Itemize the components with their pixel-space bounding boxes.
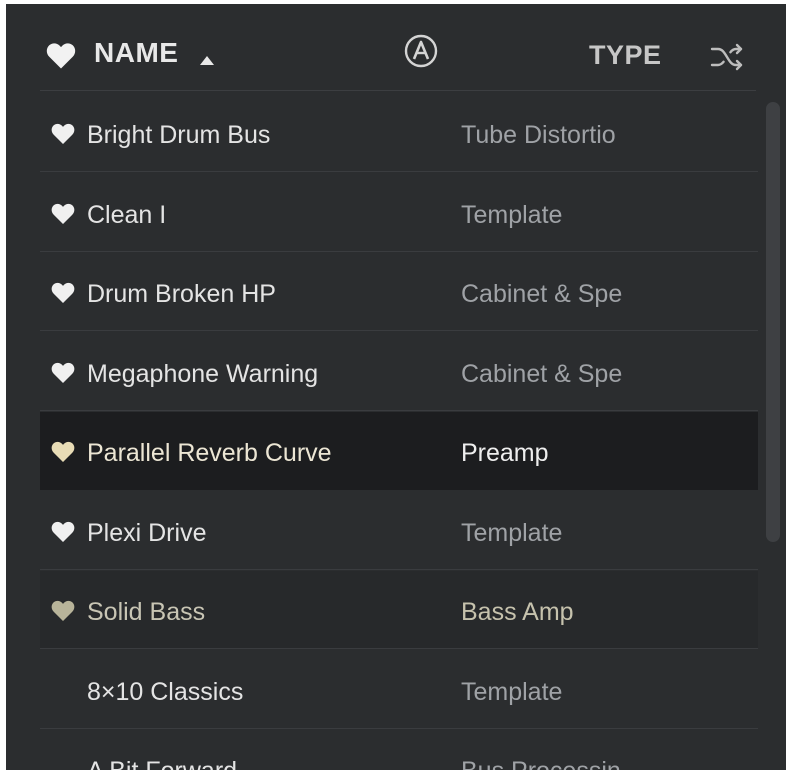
preset-name: Plexi Drive [87,518,207,547]
shuffle-icon[interactable] [710,42,744,72]
preset-type: Template [461,200,563,229]
type-column-header[interactable]: TYPE [589,40,662,71]
preset-type: Tube Distortio [461,121,616,149]
name-column-header[interactable]: NAME [94,37,178,69]
preset-list: Bright Drum Bus Tube Distortio Clean I Temp… [40,94,758,770]
preset-name: Drum Broken HP [87,280,276,308]
preset-type: Cabinet & Spe [461,280,623,308]
header-divider [40,90,756,91]
preset-row[interactable]: Bright Drum Bus Tube Distortio [40,94,758,172]
preset-type: Cabinet & Spe [461,359,623,388]
preset-row[interactable]: Plexi Drive Template [40,492,758,570]
preset-row[interactable]: Drum Broken HP Cabinet & Spe [40,253,758,331]
preset-list-header: NAME TYPE [6,4,786,90]
preset-name: Parallel Reverb Curve [87,439,332,467]
preset-type: Preamp [461,439,549,467]
heart-icon[interactable] [51,362,75,384]
scrollbar-thumb[interactable] [766,102,780,542]
preset-name: Bright Drum Bus [87,121,271,149]
preset-row[interactable]: Solid Bass Bass Amp [40,571,758,649]
preset-type: Template [461,677,563,706]
preset-row[interactable]: Megaphone Warning Cabinet & Spe [40,333,758,411]
heart-icon[interactable] [51,600,75,622]
heart-icon[interactable] [51,203,75,225]
preset-name: 8×10 Classics [87,677,244,706]
preset-name: A Bit Forward [87,757,237,770]
preset-row[interactable]: A Bit Forward Bus Processin [40,730,758,770]
preset-type: Bus Processin [461,757,621,770]
arturia-logo-icon[interactable] [404,34,438,68]
heart-icon[interactable] [51,521,75,543]
sort-ascending-icon[interactable] [200,56,214,65]
preset-browser-panel: NAME TYPE Bright Drum Bus Tube Distortio C… [6,4,786,770]
heart-icon[interactable] [51,282,75,304]
preset-row[interactable]: 8×10 Classics Template [40,651,758,729]
preset-row[interactable]: Parallel Reverb Curve Preamp [40,412,758,490]
preset-type: Bass Amp [461,598,574,626]
heart-icon[interactable] [46,42,76,70]
preset-name: Clean I [87,200,167,229]
heart-icon[interactable] [51,123,75,145]
preset-row[interactable]: Clean I Template [40,174,758,252]
preset-name: Megaphone Warning [87,359,319,388]
preset-name: Solid Bass [87,598,206,626]
preset-type: Template [461,518,563,547]
heart-icon[interactable] [51,441,75,463]
